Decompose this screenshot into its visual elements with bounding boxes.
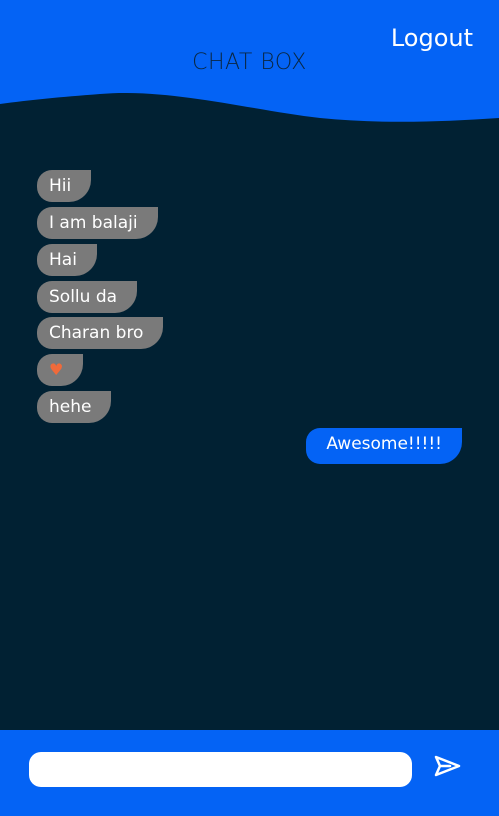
message-text: hehe	[49, 397, 92, 417]
message-received: I am balaji	[37, 207, 158, 239]
message-received: Hii	[37, 170, 92, 202]
page-title: CHAT BOX	[192, 50, 307, 75]
message-sent: Awesome!!!!!	[306, 428, 462, 464]
send-button[interactable]	[432, 752, 462, 782]
logout-button[interactable]: Logout	[391, 24, 473, 52]
orange-heart-icon: ♥	[49, 360, 64, 379]
message-text: Hai	[49, 250, 77, 270]
message-received: Sollu da	[37, 281, 138, 313]
message-received: Charan bro	[37, 317, 164, 349]
send-icon	[434, 755, 461, 777]
message-received: ♥	[37, 354, 84, 386]
message-received: Hai	[37, 244, 97, 276]
message-text: I am balaji	[49, 213, 138, 233]
header: CHAT BOX Logout	[0, 0, 499, 130]
message-text: Hii	[49, 176, 72, 196]
message-text: Charan bro	[49, 323, 144, 343]
composer-bar	[0, 730, 499, 816]
message-text: Awesome!!!!!	[326, 434, 442, 454]
message-text: Sollu da	[49, 287, 118, 307]
message-received: hehe	[37, 391, 112, 423]
message-input[interactable]	[29, 752, 412, 787]
